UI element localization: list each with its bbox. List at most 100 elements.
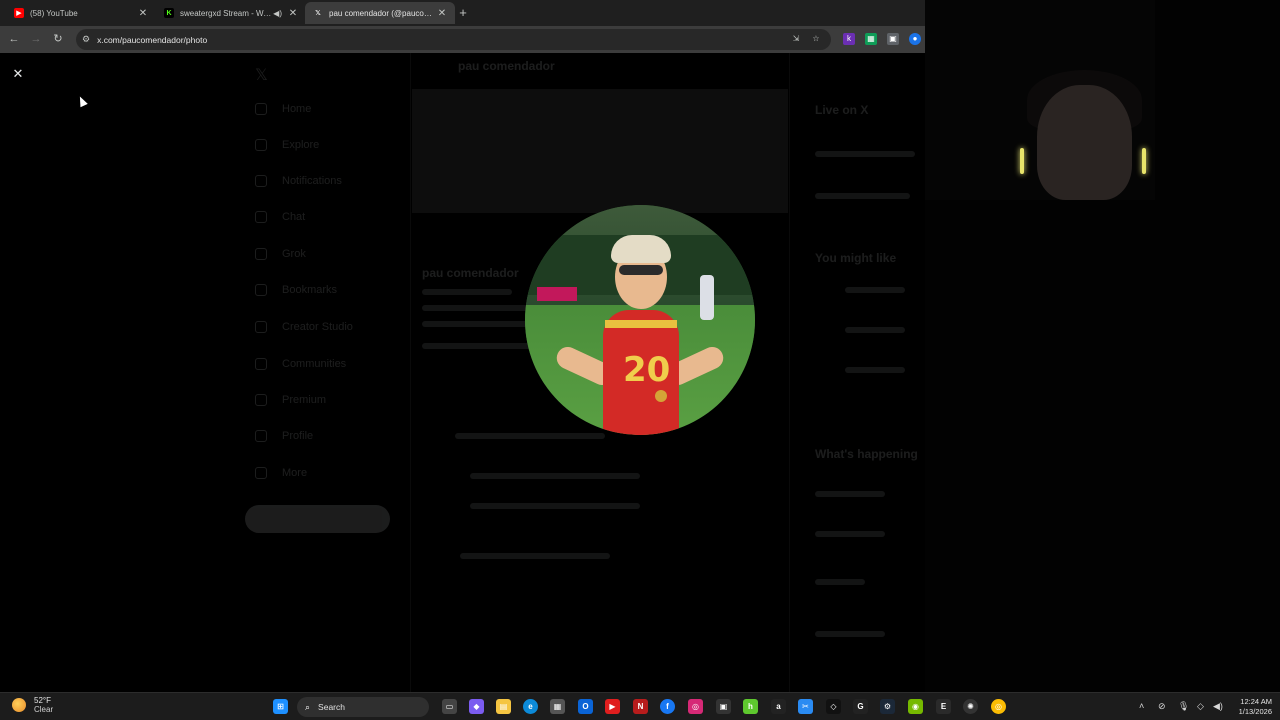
instagram-icon[interactable]: ◎ [688, 699, 703, 714]
ghub-icon[interactable]: G [853, 699, 868, 714]
sidebar-line [845, 287, 905, 293]
system-clock[interactable]: 12:24 AM 1/13/2026 [1230, 697, 1272, 717]
microphone-icon[interactable]: 🎙 [1178, 701, 1189, 712]
snipping-icon[interactable]: ✂ [798, 699, 813, 714]
copilot-icon[interactable]: ◆ [469, 699, 484, 714]
sidebar-line [815, 193, 910, 199]
profile-banner [412, 89, 788, 213]
speaker-icon[interactable]: ◀) [273, 9, 282, 18]
network-off-icon[interactable]: ⊘ [1158, 701, 1166, 712]
extension-k-icon[interactable]: k [843, 33, 855, 45]
photo-jersey-number: 20 [623, 350, 671, 390]
nav-notifications: Notifications [255, 175, 342, 187]
tab-kick-stream[interactable]: K sweatergxd Stream - Watch ◀) ✕ [156, 2, 306, 24]
youtube-icon: ▶ [14, 8, 24, 18]
sidebar-line [815, 491, 885, 497]
clock-time: 12:24 AM [1240, 697, 1272, 706]
extension-green-icon[interactable]: ▦ [865, 33, 877, 45]
nav-label: Home [282, 103, 312, 115]
wifi-icon[interactable]: ◇ [1197, 701, 1204, 712]
sidebar-line [845, 327, 905, 333]
weather-temp: 52°F [34, 696, 51, 705]
profile-photo: 20 [525, 205, 755, 435]
communities-icon [255, 358, 267, 370]
header-profile-name: pau comendador [458, 59, 555, 73]
reload-icon[interactable]: ↻ [51, 32, 65, 46]
webcam-overlay [925, 0, 1155, 200]
hulu-icon[interactable]: h [743, 699, 758, 714]
back-arrow-icon[interactable]: ← [7, 32, 21, 46]
search-label: Search [318, 702, 345, 712]
webcam-light-left [1020, 148, 1024, 174]
movies-icon[interactable]: ▣ [716, 699, 731, 714]
nav-label: Communities [282, 358, 347, 370]
edge-icon[interactable]: e [523, 699, 538, 714]
whats-happening-heading: What's happening [815, 447, 918, 461]
extension-gray-icon[interactable]: ▣ [887, 33, 899, 45]
close-tab-icon[interactable]: ✕ [288, 8, 298, 19]
show-hidden-icons-icon[interactable]: ˄ [1139, 701, 1144, 711]
tab-title: pau comendador (@paucomendador) [329, 8, 437, 18]
tab-strip: ▶ (58) YouTube ✕ K sweatergxd Stream - W… [0, 0, 925, 26]
taskbar-search[interactable]: ⌕ Search [297, 697, 429, 717]
post-line [470, 503, 640, 509]
sidebar-line [815, 631, 885, 637]
forward-arrow-icon[interactable]: → [29, 32, 43, 46]
close-tab-icon[interactable]: ✕ [138, 8, 148, 19]
close-tab-icon[interactable]: ✕ [437, 8, 447, 19]
chrome-icon[interactable]: ◎ [991, 699, 1006, 714]
explore-icon [255, 139, 267, 151]
volume-icon[interactable]: ◀) [1213, 701, 1223, 712]
store-icon[interactable]: ▦ [550, 699, 565, 714]
address-bar[interactable]: ⚙ x.com/paucomendador/photo [76, 29, 831, 50]
netflix-icon[interactable]: N [633, 699, 648, 714]
profile-stats-line [422, 343, 542, 349]
browser-toolbar: ← → ↻ ⚙ x.com/paucomendador/photo ⇲ ☆ k … [0, 26, 925, 53]
grok-icon [255, 248, 267, 260]
outlook-icon[interactable]: O [578, 699, 593, 714]
page-content: 𝕏 Home Explore Notifications Chat Grok B… [0, 53, 925, 692]
photo-ad-board [537, 287, 577, 301]
facebook-icon[interactable]: f [660, 699, 675, 714]
nav-label: Premium [282, 394, 327, 406]
new-tab-button[interactable]: + [456, 5, 470, 20]
tab-youtube[interactable]: ▶ (58) YouTube ✕ [6, 2, 156, 24]
creator-icon [255, 321, 267, 333]
more-icon [255, 467, 267, 479]
task-view-icon[interactable]: ▭ [442, 699, 457, 714]
webcam-face [1037, 85, 1132, 200]
tab-title: sweatergxd Stream - Watch [180, 8, 274, 18]
photo-background-player [700, 275, 714, 320]
youtube-app-icon[interactable]: ▶ [605, 699, 620, 714]
roblox-icon[interactable]: ◇ [826, 699, 841, 714]
bookmark-icon [255, 284, 267, 296]
profile-avatar-icon[interactable]: ● [909, 33, 921, 45]
bell-icon [255, 175, 267, 187]
url-text[interactable]: x.com/paucomendador/photo [97, 35, 207, 45]
amazon-icon[interactable]: a [771, 699, 786, 714]
site-settings-icon[interactable]: ⚙ [82, 34, 90, 45]
nav-creator-studio: Creator Studio [255, 321, 353, 333]
nav-chat: Chat [255, 211, 305, 223]
install-app-icon[interactable]: ⇲ [790, 33, 802, 45]
steam-icon[interactable]: ⚙ [880, 699, 895, 714]
weather-widget[interactable]: 52°F Clear [12, 696, 53, 714]
desktop-screen: ▶ (58) YouTube ✕ K sweatergxd Stream - W… [0, 0, 1280, 720]
x-icon: 𝕏 [315, 10, 321, 17]
file-explorer-icon[interactable]: ▤ [496, 699, 511, 714]
start-icon[interactable]: ⊞ [273, 699, 288, 714]
close-photo-button[interactable]: ✕ [10, 66, 26, 82]
nvidia-icon[interactable]: ◉ [908, 699, 923, 714]
chatgpt-icon[interactable]: ✺ [963, 699, 978, 714]
clock-date: 1/13/2026 [1238, 707, 1272, 716]
nav-communities: Communities [255, 358, 346, 370]
nav-premium: Premium [255, 394, 326, 406]
sidebar-line [815, 151, 915, 157]
epic-games-icon[interactable]: E [936, 699, 951, 714]
tab-title: (58) YouTube [30, 8, 78, 18]
dimmed-profile-page: 𝕏 Home Explore Notifications Chat Grok B… [0, 53, 925, 692]
taskbar: 52°F Clear ⊞ ⌕ Search ▭ ◆ ▤ e ▦ O ▶ N f … [0, 692, 1280, 720]
tab-x-profile[interactable]: 𝕏 pau comendador (@paucomendador) ✕ [305, 2, 455, 24]
weather-condition: Clear [34, 705, 54, 714]
bookmark-star-icon[interactable]: ☆ [810, 33, 822, 45]
